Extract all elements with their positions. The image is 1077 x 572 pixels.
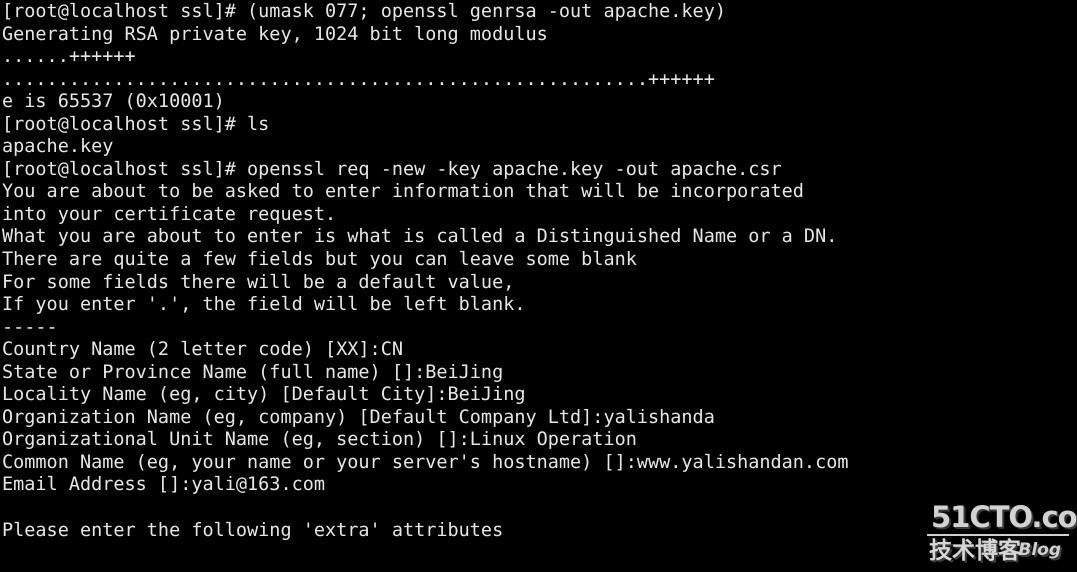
terminal-line: [root@localhost ssl]# ls <box>2 113 270 135</box>
terminal-window[interactable]: [root@localhost ssl]# (umask 077; openss… <box>0 0 1077 572</box>
terminal-line: If you enter '.', the field will be left… <box>2 294 526 316</box>
terminal-line: Common Name (eg, your name or your serve… <box>2 451 849 473</box>
terminal-line: [root@localhost ssl]# openssl req -new -… <box>2 158 782 180</box>
terminal-line: Generating RSA private key, 1024 bit lon… <box>2 23 548 45</box>
terminal-line: apache.key <box>2 136 114 158</box>
terminal-line: Locality Name (eg, city) [Default City]:… <box>2 384 526 406</box>
terminal-line: ----- <box>2 316 58 338</box>
terminal-line: State or Province Name (full name) []:Be… <box>2 361 504 383</box>
terminal-line: For some fields there will be a default … <box>2 271 515 293</box>
terminal-line: You are about to be asked to enter infor… <box>2 181 804 203</box>
terminal-line: ........................................… <box>2 68 715 90</box>
terminal-line: Organization Name (eg, company) [Default… <box>2 406 715 428</box>
terminal-line: Country Name (2 letter code) [XX]:CN <box>2 339 403 361</box>
terminal-line: Please enter the following 'extra' attri… <box>2 519 504 541</box>
terminal-line: Email Address []:yali@163.com <box>2 474 326 496</box>
terminal-output: [root@localhost ssl]# (umask 077; openss… <box>2 1 1077 542</box>
terminal-line: Organizational Unit Name (eg, section) [… <box>2 429 637 451</box>
terminal-line: ......++++++ <box>2 46 136 68</box>
terminal-line: e is 65537 (0x10001) <box>2 91 225 113</box>
terminal-line: into your certificate request. <box>2 203 337 225</box>
terminal-line: There are quite a few fields but you can… <box>2 249 637 271</box>
terminal-line: What you are about to enter is what is c… <box>2 226 838 248</box>
watermark-blog-label: Blog <box>1018 540 1061 560</box>
terminal-line: [root@localhost ssl]# (umask 077; openss… <box>2 1 726 22</box>
